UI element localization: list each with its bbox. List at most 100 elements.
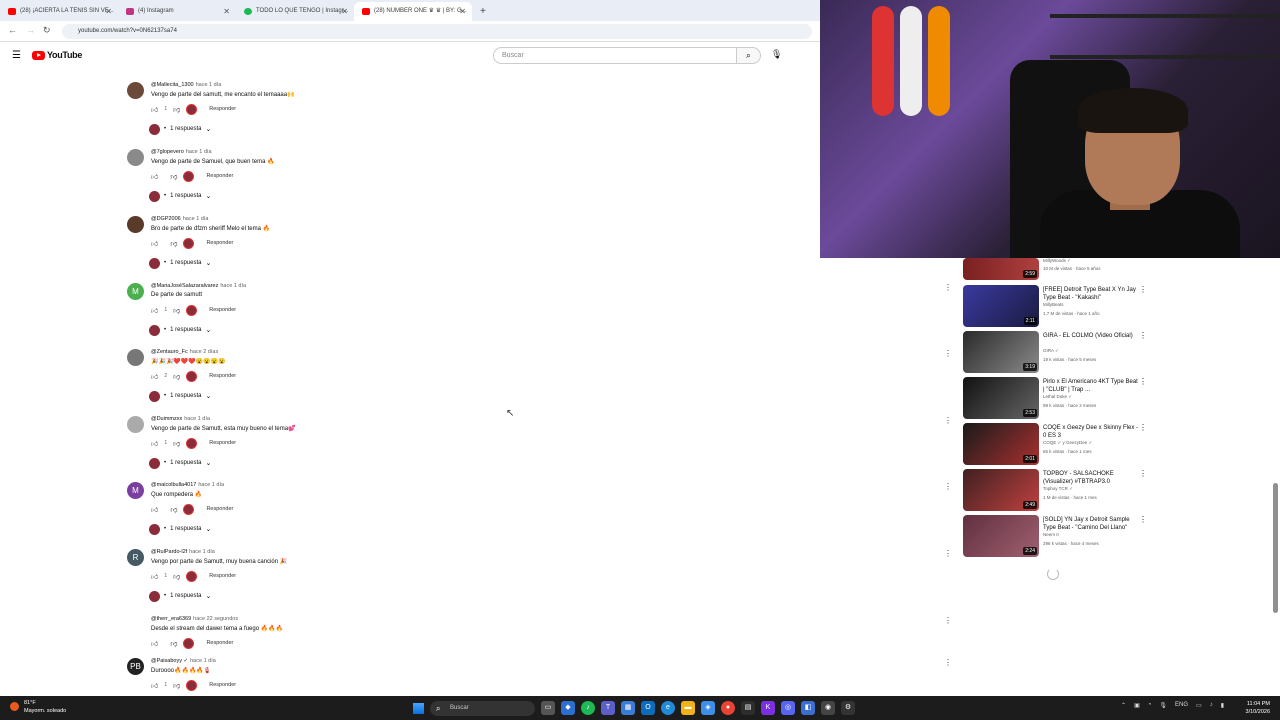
- comment-author[interactable]: @RulPardo-l2f: [151, 549, 187, 555]
- url-field[interactable]: youtube.com/watch?v=0N62137sa74: [62, 24, 812, 39]
- display-icon[interactable]: ▭: [1196, 702, 1202, 709]
- video-thumbnail[interactable]: 2:53: [963, 377, 1039, 419]
- reply-button[interactable]: Responder: [206, 173, 233, 179]
- video-channel[interactable]: Topboy TCR ✓: [1043, 486, 1073, 492]
- video-thumbnail[interactable]: 3:19: [963, 331, 1039, 373]
- video-thumbnail[interactable]: 2:01: [963, 423, 1039, 465]
- view-replies-button[interactable]: • 1 respuesta ⌄: [149, 324, 211, 336]
- search-button[interactable]: ⌕: [737, 47, 761, 64]
- file-explorer-icon[interactable]: ▬: [681, 701, 695, 715]
- video-thumbnail[interactable]: 2:59: [963, 258, 1039, 280]
- dislike-icon[interactable]: 👎︎: [173, 572, 180, 581]
- view-replies-button[interactable]: • 1 respuesta ⌄: [149, 390, 211, 402]
- video-channel[interactable]: MillyWoods ✓: [1043, 258, 1071, 264]
- dislike-icon[interactable]: 👎︎: [173, 372, 180, 381]
- recommended-video[interactable]: 2:59 MillyWoods ✓ 10 M de vistas · hace …: [963, 258, 1163, 280]
- recommended-video[interactable]: 3:19 GIRA - EL COLMO (Video Oficial) GIR…: [963, 331, 1163, 373]
- comment-author[interactable]: @DGP2006: [151, 216, 181, 222]
- reply-button[interactable]: Responder: [209, 682, 236, 688]
- avatar[interactable]: [127, 349, 144, 366]
- comment-author[interactable]: @Paisaboyy ✓: [151, 658, 188, 664]
- view-replies-button[interactable]: • 1 respuesta ⌄: [149, 523, 211, 535]
- windows-start-icon[interactable]: [413, 702, 424, 714]
- reply-button[interactable]: Responder: [209, 373, 236, 379]
- dislike-icon[interactable]: 👎︎: [173, 306, 180, 315]
- recommended-video[interactable]: 2:01 COQE x Geezy Dee x Skinny Flex - 0 …: [963, 423, 1163, 465]
- view-replies-button[interactable]: • 1 respuesta ⌄: [149, 123, 211, 135]
- more-options-icon[interactable]: ⋮: [944, 416, 952, 425]
- video-title[interactable]: [FREE] Detroit Type Beat X Yn Jay Type B…: [1043, 286, 1139, 302]
- comment-author[interactable]: @maicolbulla4017: [151, 482, 196, 488]
- more-options-icon[interactable]: ⋮: [1139, 331, 1147, 340]
- video-title[interactable]: COQE x Geezy Dee x Skinny Flex - 0 ES 3: [1043, 424, 1139, 440]
- video-channel[interactable]: Neem II: [1043, 532, 1059, 537]
- browser-tab-active[interactable]: (28) NUMBER ONE ♛ ♛ | BY: G... ✕: [354, 2, 472, 21]
- avatar[interactable]: PB: [127, 658, 144, 675]
- recommended-video[interactable]: 2:53 Pirlo x El Americano 4KT Type Beat …: [963, 377, 1163, 419]
- more-options-icon[interactable]: ⋮: [1139, 285, 1147, 294]
- close-icon[interactable]: ✕: [105, 2, 112, 21]
- like-icon[interactable]: 👍︎: [151, 639, 158, 648]
- settings-icon[interactable]: ⚙: [841, 701, 855, 715]
- comment-author[interactable]: @7glopevero: [151, 149, 184, 155]
- video-channel[interactable]: GIRA ✓: [1043, 348, 1059, 354]
- comment-time[interactable]: hace 1 día: [196, 82, 222, 88]
- avatar[interactable]: [127, 149, 144, 166]
- dislike-icon[interactable]: 👎︎: [170, 239, 177, 248]
- dislike-icon[interactable]: 👎︎: [173, 439, 180, 448]
- outlook-icon[interactable]: O: [641, 701, 655, 715]
- comment-time[interactable]: hace 1 día: [184, 416, 210, 422]
- comment-time[interactable]: hace 1 día: [186, 149, 212, 155]
- more-options-icon[interactable]: ⋮: [944, 616, 952, 625]
- recommended-video[interactable]: 2:49 TOPBOY - SALSACHOKE (Visualizer) #T…: [963, 469, 1163, 511]
- comment-author[interactable]: @MariaJoséSalazaralvarez: [151, 283, 218, 289]
- video-title[interactable]: Pirlo x El Americano 4KT Type Beat | "CL…: [1043, 378, 1139, 394]
- more-options-icon[interactable]: ⋮: [1139, 515, 1147, 524]
- avatar[interactable]: [127, 82, 144, 99]
- like-icon[interactable]: 👍︎: [151, 105, 158, 114]
- video-title[interactable]: TOPBOY - SALSACHOKE (Visualizer) #TBTRAP…: [1043, 470, 1139, 486]
- reply-button[interactable]: Responder: [209, 106, 236, 112]
- app-icon[interactable]: ◉: [821, 701, 835, 715]
- avatar[interactable]: M: [127, 482, 144, 499]
- comment-time[interactable]: hace 1 día: [183, 216, 209, 222]
- volume-icon[interactable]: ♪: [1210, 702, 1213, 709]
- browser-tab[interactable]: (4) Instagram ✕: [118, 2, 236, 21]
- reply-button[interactable]: Responder: [206, 640, 233, 646]
- reply-button[interactable]: Responder: [206, 240, 233, 246]
- avatar[interactable]: [127, 216, 144, 233]
- new-tab-button[interactable]: +: [472, 2, 486, 21]
- language-indicator[interactable]: ENG: [1175, 702, 1188, 709]
- dislike-icon[interactable]: 👎︎: [170, 639, 177, 648]
- reload-icon[interactable]: ↻: [43, 25, 51, 36]
- video-channel[interactable]: COQE ✓ y GeezyDee ✓: [1043, 440, 1092, 446]
- app-icon[interactable]: ▤: [741, 701, 755, 715]
- close-icon[interactable]: ✕: [223, 2, 230, 21]
- dislike-icon[interactable]: 👎︎: [173, 105, 180, 114]
- app-icon[interactable]: ▦: [621, 701, 635, 715]
- like-icon[interactable]: 👍︎: [151, 439, 158, 448]
- edge-icon[interactable]: e: [661, 701, 675, 715]
- reply-button[interactable]: Responder: [206, 506, 233, 512]
- like-icon[interactable]: 👍︎: [151, 306, 158, 315]
- youtube-logo-icon[interactable]: [32, 51, 45, 60]
- view-replies-button[interactable]: • 1 respuesta ⌄: [149, 257, 211, 269]
- dislike-icon[interactable]: 👎︎: [170, 505, 177, 514]
- comment-time[interactable]: hace 1 día: [198, 482, 224, 488]
- browser-tab[interactable]: (28) ¡ACIERTA LA TENIS SIN VE... ✕: [0, 2, 118, 21]
- video-thumbnail[interactable]: 2:11: [963, 285, 1039, 327]
- spotify-icon[interactable]: ♪: [581, 701, 595, 715]
- more-options-icon[interactable]: ⋮: [944, 349, 952, 358]
- recommended-video[interactable]: 2:24 [SOLD] YN Jay x Detroit Sample Type…: [963, 515, 1163, 557]
- view-replies-button[interactable]: • 1 respuesta ⌄: [149, 190, 211, 202]
- like-icon[interactable]: 👍︎: [151, 372, 158, 381]
- video-title[interactable]: [SOLD] YN Jay x Detroit Sample Type Beat…: [1043, 516, 1139, 532]
- back-icon[interactable]: ←: [8, 25, 17, 35]
- youtube-logo-text[interactable]: YouTube: [47, 50, 82, 60]
- network-icon[interactable]: ◔: [1148, 702, 1152, 709]
- view-replies-button[interactable]: • 1 respuesta ⌄: [149, 590, 211, 602]
- comment-author[interactable]: @Duimmzxx: [151, 416, 182, 422]
- search-input[interactable]: Buscar: [493, 47, 737, 64]
- comment-time[interactable]: hace 2 días: [190, 349, 218, 355]
- video-thumbnail[interactable]: 2:24: [963, 515, 1039, 557]
